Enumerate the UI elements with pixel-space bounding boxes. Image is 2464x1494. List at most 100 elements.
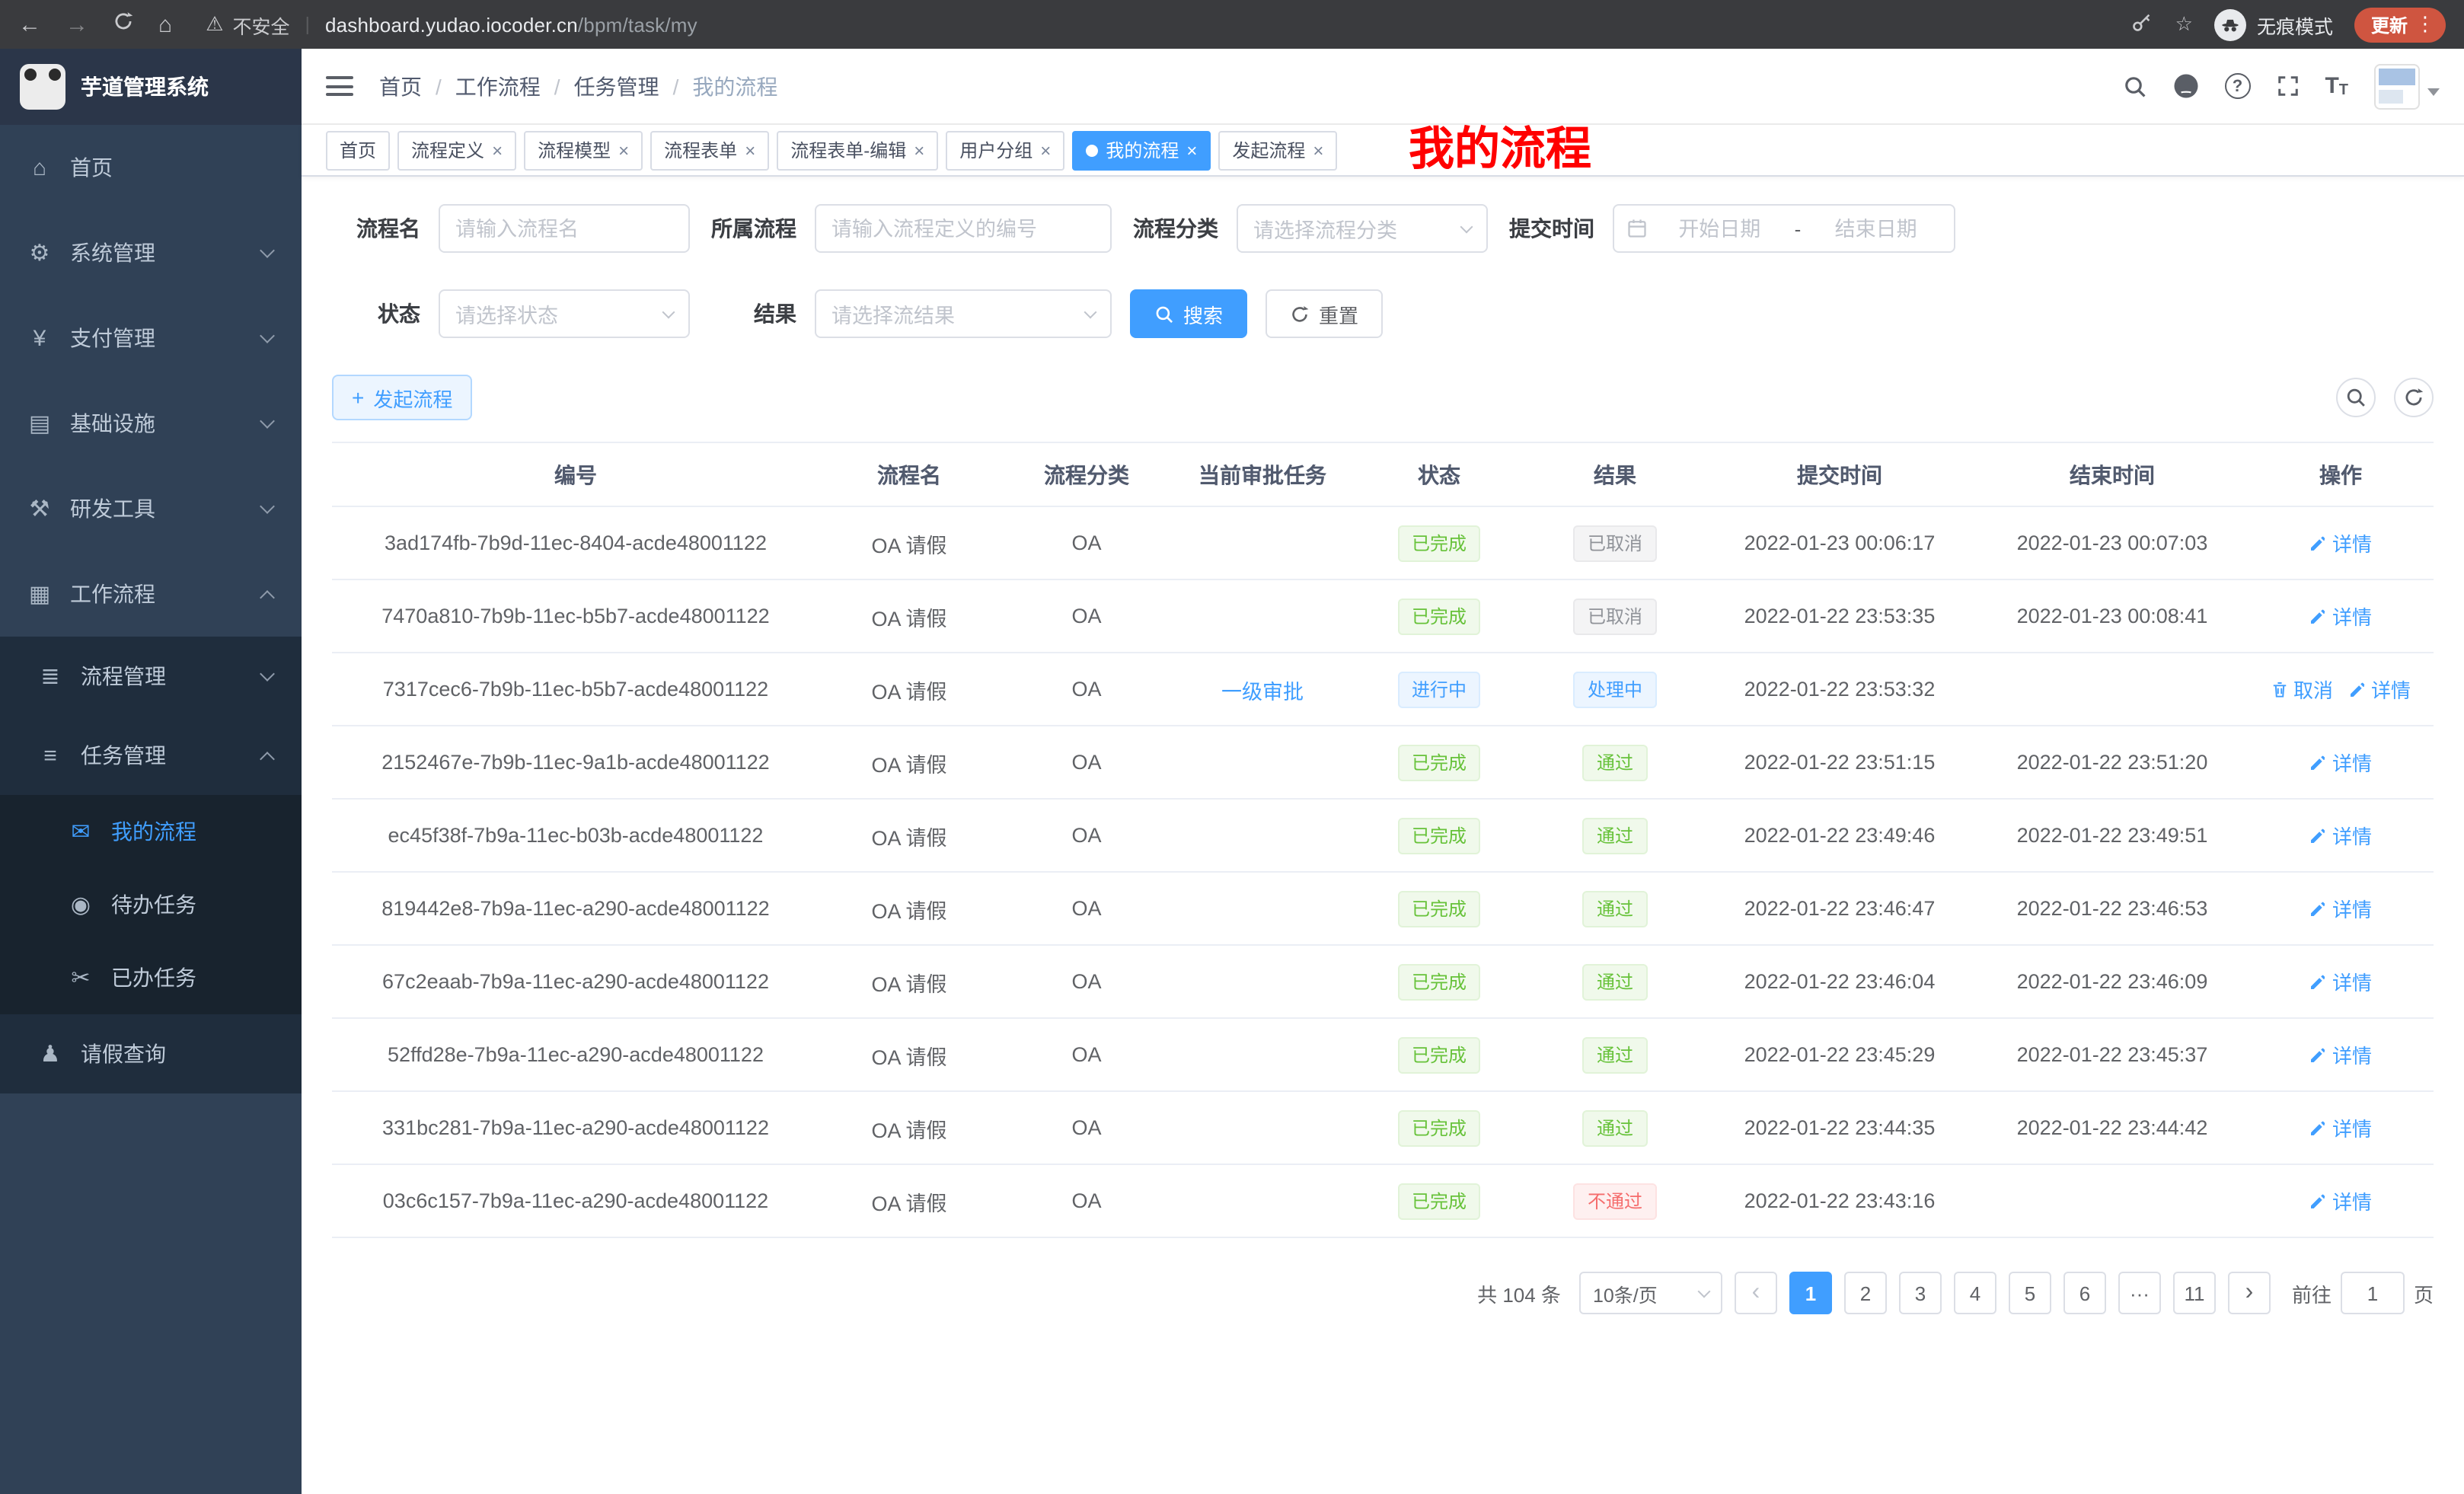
close-icon[interactable]: ×: [745, 139, 755, 161]
home-icon[interactable]: ⌂: [158, 11, 172, 37]
breadcrumb-home[interactable]: 首页: [379, 71, 422, 101]
page-button-3[interactable]: 3: [1899, 1272, 1942, 1314]
sidebar-item-home[interactable]: ⌂ 首页: [0, 125, 302, 210]
tab-process-form[interactable]: 流程表单×: [650, 130, 769, 170]
detail-link[interactable]: 详情: [2309, 528, 2372, 557]
page-button-5[interactable]: 5: [2009, 1272, 2051, 1314]
sidebar-item-infrastructure[interactable]: ▤ 基础设施: [0, 381, 302, 466]
password-key-icon[interactable]: [2131, 11, 2154, 38]
toggle-search-icon[interactable]: [2336, 378, 2376, 417]
result-select[interactable]: 请选择流结果: [815, 289, 1112, 338]
sidebar-item-devtools[interactable]: ⚒ 研发工具: [0, 466, 302, 551]
avatar[interactable]: [2374, 63, 2420, 109]
fullscreen-icon[interactable]: [2276, 75, 2299, 97]
close-icon[interactable]: ×: [1313, 139, 1323, 161]
github-icon[interactable]: [2172, 73, 2198, 99]
detail-link[interactable]: 详情: [2309, 894, 2372, 923]
back-icon[interactable]: ←: [18, 11, 41, 37]
user-menu[interactable]: [2374, 63, 2440, 109]
tab-process-definition[interactable]: 流程定义×: [397, 130, 516, 170]
detail-link[interactable]: 详情: [2309, 967, 2372, 996]
process-def-input[interactable]: [831, 217, 1095, 240]
page-button-11[interactable]: 11: [2173, 1272, 2216, 1314]
sidebar-item-system[interactable]: ⚙ 系统管理: [0, 210, 302, 295]
breadcrumb-task-mgmt[interactable]: 任务管理: [574, 71, 659, 101]
start-process-button[interactable]: + 发起流程: [332, 375, 472, 420]
breadcrumb-workflow[interactable]: 工作流程: [455, 71, 541, 101]
close-icon[interactable]: ×: [1040, 139, 1051, 161]
next-page-button[interactable]: ›: [2228, 1272, 2271, 1314]
close-icon[interactable]: ×: [492, 139, 503, 161]
main-area: 首页 / 工作流程 / 任务管理 / 我的流程 ? TT: [302, 49, 2464, 1494]
page-button-6[interactable]: 6: [2063, 1272, 2106, 1314]
sidebar-item-todo-tasks[interactable]: ◉ 待办任务: [0, 868, 302, 941]
reset-button[interactable]: 重置: [1266, 289, 1383, 338]
cancel-link[interactable]: 取消: [2271, 675, 2333, 704]
tab-home[interactable]: 首页: [326, 130, 390, 170]
search-icon: [1154, 304, 1174, 324]
tab-user-group[interactable]: 用户分组×: [946, 130, 1064, 170]
detail-link[interactable]: 详情: [2309, 1186, 2372, 1215]
start-date-input[interactable]: [1654, 217, 1786, 240]
detail-link[interactable]: 详情: [2309, 602, 2372, 630]
result-badge: 处理中: [1574, 671, 1656, 707]
sidebar-item-payment[interactable]: ¥ 支付管理: [0, 295, 302, 381]
trash-icon: [2271, 680, 2289, 698]
page-size-select[interactable]: 10条/页: [1579, 1272, 1722, 1314]
calendar-icon: [1626, 218, 1648, 239]
sidebar-item-leave-query[interactable]: ♟ 请假查询: [0, 1014, 302, 1093]
reload-icon[interactable]: [113, 11, 134, 38]
end-date-input[interactable]: [1810, 217, 1942, 240]
page-button-4[interactable]: 4: [1954, 1272, 1996, 1314]
col-category: 流程分类: [999, 442, 1174, 506]
refresh-table-icon[interactable]: [2394, 378, 2434, 417]
status-badge: 已完成: [1398, 817, 1480, 854]
sidebar-item-task-mgmt[interactable]: ≡ 任务管理: [0, 716, 302, 795]
close-icon[interactable]: ×: [914, 139, 924, 161]
sidebar-item-done-tasks[interactable]: ✂ 已办任务: [0, 941, 302, 1014]
bookmark-star-icon[interactable]: ☆: [2175, 12, 2193, 37]
close-icon[interactable]: ×: [618, 139, 629, 161]
address-bar[interactable]: dashboard.yudao.iocoder.cn/bpm/task/my: [325, 13, 697, 36]
font-size-icon[interactable]: TT: [2325, 73, 2348, 99]
more-pages-button[interactable]: ···: [2118, 1272, 2161, 1314]
status-badge: 已完成: [1398, 1183, 1480, 1219]
sidebar-item-process-mgmt[interactable]: ≣ 流程管理: [0, 637, 302, 716]
help-icon[interactable]: ?: [2224, 73, 2250, 99]
prev-page-button[interactable]: ‹: [1735, 1272, 1777, 1314]
status-select[interactable]: 请选择状态: [439, 289, 690, 338]
detail-link[interactable]: 详情: [2309, 748, 2372, 777]
result-badge: 通过: [1583, 963, 1647, 1000]
chrome-update-button[interactable]: 更新 ⋮: [2354, 7, 2446, 42]
close-icon[interactable]: ×: [1186, 139, 1197, 161]
sidebar-item-workflow[interactable]: ▦ 工作流程: [0, 551, 302, 637]
detail-link[interactable]: 详情: [2309, 1113, 2372, 1142]
tab-process-model[interactable]: 流程模型×: [524, 130, 643, 170]
warning-icon[interactable]: ⚠: [206, 12, 223, 37]
detail-link[interactable]: 详情: [2309, 821, 2372, 850]
app-logo: 芋道管理系统: [0, 49, 302, 125]
search-icon[interactable]: [2122, 74, 2146, 98]
chevron-down-icon: [1084, 305, 1097, 318]
submit-time-range[interactable]: -: [1613, 204, 1955, 253]
security-label[interactable]: 不安全: [232, 10, 289, 39]
forward-icon[interactable]: →: [65, 11, 88, 37]
chevron-down-icon: [260, 666, 275, 681]
detail-link[interactable]: 详情: [2348, 675, 2411, 704]
process-name-input[interactable]: [455, 217, 673, 240]
result-badge: 已取消: [1574, 598, 1656, 634]
tab-process-form-edit[interactable]: 流程表单-编辑×: [777, 130, 938, 170]
tab-start-process[interactable]: 发起流程×: [1218, 130, 1337, 170]
sidebar-item-my-process[interactable]: ✉ 我的流程: [0, 795, 302, 868]
goto-page-input[interactable]: [2341, 1272, 2405, 1314]
category-select[interactable]: 请选择流程分类: [1237, 204, 1488, 253]
tab-my-process[interactable]: 我的流程×: [1072, 130, 1211, 170]
detail-link[interactable]: 详情: [2309, 1040, 2372, 1069]
task-link[interactable]: 一级审批: [1221, 680, 1304, 703]
browser-menu-icon[interactable]: ⋮: [2415, 12, 2435, 37]
search-button[interactable]: 搜索: [1130, 289, 1247, 338]
category-label: 流程分类: [1112, 213, 1237, 244]
sidebar-toggle-icon[interactable]: [326, 76, 353, 96]
page-button-2[interactable]: 2: [1844, 1272, 1887, 1314]
page-button-1[interactable]: 1: [1789, 1272, 1832, 1314]
